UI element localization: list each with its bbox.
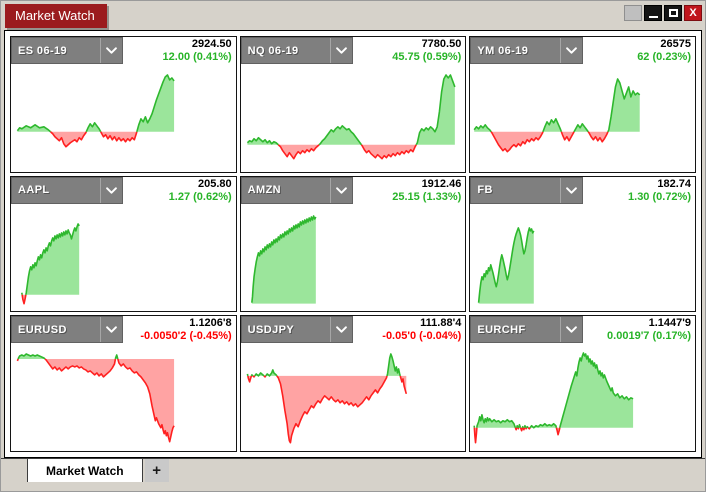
chevron-down-icon[interactable] (331, 47, 352, 54)
price-change: 45.75 (0.59%) (392, 51, 461, 64)
maximize-icon (669, 9, 678, 17)
window-extra-button[interactable] (624, 5, 642, 21)
quote-panel-header: FB 182.74 1.30 (0.72%) (470, 177, 695, 204)
chevron-down-icon[interactable] (331, 187, 352, 194)
symbol-label: NQ 06-19 (242, 45, 330, 57)
quote-panel-header: AAPL 205.80 1.27 (0.62%) (11, 177, 236, 204)
tab-market-watch[interactable]: Market Watch (27, 458, 143, 482)
chevron-down-icon[interactable] (331, 326, 352, 333)
sparkline-chart (11, 64, 236, 172)
minimize-icon (649, 16, 658, 18)
symbol-label: AMZN (242, 184, 330, 196)
sparkline-chart (241, 204, 466, 312)
quote-panel-header: YM 06-19 26575 62 (0.23%) (470, 37, 695, 64)
minimize-button[interactable] (644, 5, 662, 21)
last-price: 7780.50 (422, 38, 462, 51)
symbol-label: AAPL (12, 184, 100, 196)
tab-strip: Market Watch + (1, 458, 705, 492)
sparkline-chart (470, 343, 695, 451)
quote-panel-usdjpy: USDJPY 111.88'4 -0.05'0 (-0.04%) (240, 315, 467, 452)
window-controls: X (624, 5, 702, 21)
quote-panel-header: USDJPY 111.88'4 -0.05'0 (-0.04%) (241, 316, 466, 343)
symbol-dropdown[interactable]: EURCHF (470, 316, 582, 343)
last-price: 111.88'4 (420, 317, 461, 330)
quote-values: 2924.50 12.00 (0.41%) (123, 37, 235, 64)
chevron-down-icon[interactable] (101, 187, 122, 194)
close-icon: X (689, 8, 696, 19)
market-watch-window: Market Watch X ES 06-19 (0, 0, 706, 492)
quote-values: 1.1206'8 -0.0050'2 (-0.45%) (123, 316, 235, 343)
quote-values: 7780.50 45.75 (0.59%) (353, 37, 465, 64)
market-watch-content: ES 06-19 2924.50 12.00 (0.41%) NQ 06-19 (4, 30, 702, 458)
last-price: 205.80 (198, 178, 232, 191)
chevron-down-icon[interactable] (101, 47, 122, 54)
quote-values: 182.74 1.30 (0.72%) (583, 177, 695, 204)
quote-panel-header: EURUSD 1.1206'8 -0.0050'2 (-0.45%) (11, 316, 236, 343)
sparkline-chart (241, 343, 466, 451)
price-change: 62 (0.23%) (637, 51, 691, 64)
quote-panel-fb: FB 182.74 1.30 (0.72%) (469, 176, 696, 313)
price-change: 0.0019'7 (0.17%) (607, 330, 691, 343)
quote-panel-es-06-19: ES 06-19 2924.50 12.00 (0.41%) (10, 36, 237, 173)
chevron-down-icon[interactable] (561, 187, 582, 194)
last-price: 1.1447'9 (649, 317, 691, 330)
window-title: Market Watch (5, 4, 107, 28)
symbol-label: YM 06-19 (471, 45, 559, 57)
last-price: 1912.46 (422, 178, 462, 191)
quote-values: 26575 62 (0.23%) (583, 37, 695, 64)
quote-panel-header: EURCHF 1.1447'9 0.0019'7 (0.17%) (470, 316, 695, 343)
symbol-label: USDJPY (242, 324, 330, 336)
symbol-dropdown[interactable]: YM 06-19 (470, 37, 582, 64)
price-change: 1.27 (0.62%) (169, 191, 232, 204)
titlebar[interactable]: Market Watch X (1, 1, 705, 30)
symbol-dropdown[interactable]: AMZN (241, 177, 353, 204)
close-button[interactable]: X (684, 5, 702, 21)
quote-panel-eurchf: EURCHF 1.1447'9 0.0019'7 (0.17%) (469, 315, 696, 452)
symbol-label: EURUSD (12, 324, 100, 336)
quote-panel-ym-06-19: YM 06-19 26575 62 (0.23%) (469, 36, 696, 173)
quote-panel-header: ES 06-19 2924.50 12.00 (0.41%) (11, 37, 236, 64)
quote-panel-header: AMZN 1912.46 25.15 (1.33%) (241, 177, 466, 204)
sparkline-chart (470, 64, 695, 172)
symbol-label: EURCHF (471, 324, 559, 336)
sparkline-chart (11, 204, 236, 312)
price-change: 12.00 (0.41%) (163, 51, 232, 64)
symbol-label: FB (471, 184, 559, 196)
sparkline-chart (241, 64, 466, 172)
symbol-dropdown[interactable]: USDJPY (241, 316, 353, 343)
last-price: 2924.50 (192, 38, 232, 51)
quote-panel-eurusd: EURUSD 1.1206'8 -0.0050'2 (-0.45%) (10, 315, 237, 452)
last-price: 1.1206'8 (189, 317, 231, 330)
price-change: -0.0050'2 (-0.45%) (140, 330, 231, 343)
quote-values: 1912.46 25.15 (1.33%) (353, 177, 465, 204)
quote-values: 111.88'4 -0.05'0 (-0.04%) (353, 316, 465, 343)
price-change: 1.30 (0.72%) (628, 191, 691, 204)
symbol-dropdown[interactable]: FB (470, 177, 582, 204)
chevron-down-icon[interactable] (561, 47, 582, 54)
symbol-dropdown[interactable]: EURUSD (11, 316, 123, 343)
chevron-down-icon[interactable] (561, 326, 582, 333)
quote-values: 1.1447'9 0.0019'7 (0.17%) (583, 316, 695, 343)
sparkline-chart (470, 204, 695, 312)
quote-panel-aapl: AAPL 205.80 1.27 (0.62%) (10, 176, 237, 313)
quote-panel-nq-06-19: NQ 06-19 7780.50 45.75 (0.59%) (240, 36, 467, 173)
quote-values: 205.80 1.27 (0.62%) (123, 177, 235, 204)
quote-panel-header: NQ 06-19 7780.50 45.75 (0.59%) (241, 37, 466, 64)
quote-grid: ES 06-19 2924.50 12.00 (0.41%) NQ 06-19 (10, 36, 696, 452)
symbol-dropdown[interactable]: ES 06-19 (11, 37, 123, 64)
sparkline-chart (11, 343, 236, 451)
symbol-dropdown[interactable]: NQ 06-19 (241, 37, 353, 64)
maximize-button[interactable] (664, 5, 682, 21)
price-change: 25.15 (1.33%) (392, 191, 461, 204)
symbol-dropdown[interactable]: AAPL (11, 177, 123, 204)
last-price: 182.74 (657, 178, 691, 191)
chevron-down-icon[interactable] (101, 326, 122, 333)
symbol-label: ES 06-19 (12, 45, 100, 57)
last-price: 26575 (660, 38, 691, 51)
price-change: -0.05'0 (-0.04%) (382, 330, 461, 343)
quote-panel-amzn: AMZN 1912.46 25.15 (1.33%) (240, 176, 467, 313)
add-tab-button[interactable]: + (145, 459, 169, 482)
